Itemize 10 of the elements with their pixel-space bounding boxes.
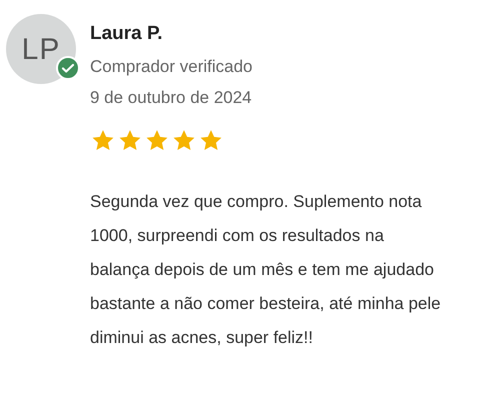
star-icon	[90, 128, 116, 153]
avatar: LP	[6, 14, 76, 84]
star-icon	[198, 128, 224, 153]
verified-label: Comprador verificado	[90, 56, 254, 78]
reviewer-name: Laura P.	[90, 22, 164, 46]
star-icon	[117, 128, 143, 153]
star-icon	[171, 128, 197, 153]
review-date: 9 de outubro de 2024	[90, 87, 253, 109]
review-text: Segunda vez que compro. Suplemento nota 1000, surpreendi com os resultados na balança depois de um mês e tem me ajudado bastante a não comer besteira, até minha pele diminui as acnes, super feliz!!	[90, 191, 442, 349]
star-icon	[144, 128, 170, 153]
